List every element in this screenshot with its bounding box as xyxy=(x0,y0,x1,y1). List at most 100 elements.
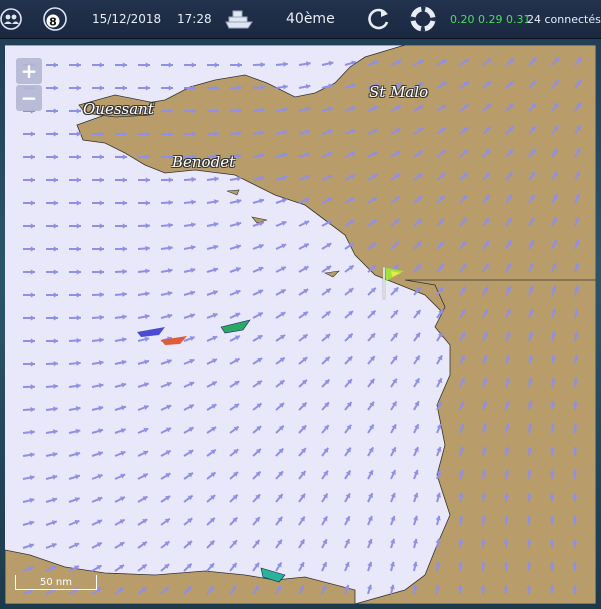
wind-arrow-head xyxy=(30,361,35,367)
wind-arrow-head xyxy=(214,176,219,182)
wind-arrow-head xyxy=(30,177,35,183)
wind-arrow-head xyxy=(30,200,35,206)
wind-arrow-head xyxy=(53,383,58,390)
wind-arrow-head xyxy=(53,223,58,229)
wind-arrow-head xyxy=(191,62,196,68)
lifebuoy-icon[interactable] xyxy=(410,0,436,38)
map-scale-bar: 50 nm xyxy=(15,575,97,590)
wind-arrow-head xyxy=(53,177,58,183)
wind-arrow-head xyxy=(53,154,58,160)
wind-arrow-head xyxy=(122,62,127,68)
wind-arrow-head xyxy=(30,384,35,390)
wind-arrow-head xyxy=(260,62,265,68)
speed-badge-icon[interactable]: 8 xyxy=(42,0,68,38)
wind-arrow-head xyxy=(53,131,58,137)
group-icon[interactable] xyxy=(0,0,22,38)
wind-arrow-head xyxy=(99,62,104,68)
green-boat-icon[interactable] xyxy=(220,319,251,334)
wind-arrow-head xyxy=(99,269,104,275)
wind-arrow-head xyxy=(76,223,81,229)
wind-arrow-head xyxy=(53,338,58,344)
wind-arrow-head xyxy=(53,108,58,114)
wind-arrow-head xyxy=(76,360,81,366)
wind-arrow-head xyxy=(53,361,58,367)
refresh-icon[interactable] xyxy=(364,0,392,38)
wind-arrow-head xyxy=(99,314,104,321)
wind-arrow-head xyxy=(122,177,127,183)
zoom-out-button[interactable]: − xyxy=(16,85,42,111)
wind-arrow-head xyxy=(53,292,58,298)
islet-1 xyxy=(226,189,240,196)
wind-arrow-head xyxy=(237,62,242,68)
wind-arrow-head xyxy=(30,154,35,160)
wind-arrow-head xyxy=(76,200,81,206)
blue-boat-icon[interactable] xyxy=(137,327,165,337)
wind-arrow-head xyxy=(168,85,173,91)
wind-arrow-head xyxy=(30,292,35,298)
wind-arrow-head xyxy=(145,223,150,229)
top-toolbar: 8 15/12/2018 17:28 40ème 0.20 0.29 0.31 … xyxy=(0,0,601,39)
islet-3 xyxy=(324,270,340,278)
wind-arrow-head xyxy=(214,62,219,68)
wind-arrow-head xyxy=(99,177,104,183)
wind-arrow-head xyxy=(76,292,81,298)
wind-arrow-head xyxy=(76,315,81,321)
wind-arrow-head xyxy=(76,177,81,183)
wind-arrow-head xyxy=(145,268,150,274)
wind-arrow-head xyxy=(30,246,35,252)
wind-arrow-head xyxy=(168,62,173,68)
place-label-benodet: Benodet xyxy=(172,153,236,171)
wind-arrow-head xyxy=(99,200,104,206)
race-time: 17:28 xyxy=(177,12,212,26)
wind-arrow-head xyxy=(145,245,150,252)
wind-arrow-head xyxy=(53,246,58,252)
connected-count: 24 connectés xyxy=(527,12,601,26)
map-canvas[interactable] xyxy=(5,45,596,604)
wind-arrow-head xyxy=(30,406,35,413)
wind-arrow-head xyxy=(76,246,81,252)
wind-arrow-head xyxy=(283,61,288,67)
wind-arrow-head xyxy=(122,314,127,320)
wind-arrow-head xyxy=(53,406,58,412)
wind-arrow-head xyxy=(76,85,81,91)
race-date: 15/12/2018 xyxy=(92,12,162,26)
wind-arrow-head xyxy=(53,85,58,91)
wind-arrow-head xyxy=(76,108,81,114)
wind-arrow-head xyxy=(76,269,81,275)
boat-icon[interactable] xyxy=(224,0,254,38)
ranking-label: 40ème xyxy=(286,11,335,27)
wind-arrow-head xyxy=(53,62,58,68)
wind-arrow-head xyxy=(30,338,35,344)
wind-arrow-head xyxy=(168,222,173,228)
wind-arrow-head xyxy=(30,269,35,275)
wind-arrow-head xyxy=(76,337,81,344)
wind-arrow-head xyxy=(122,246,127,252)
wind-arrow-head xyxy=(168,199,173,206)
wind-arrow-head xyxy=(53,269,58,275)
race-map[interactable]: Ouessant Benodet St Malo + − 50 nm xyxy=(5,45,596,604)
zoom-in-button[interactable]: + xyxy=(16,58,42,84)
wind-arrow-head xyxy=(53,315,58,321)
wind-arrow-head xyxy=(168,245,173,251)
red-boat-icon[interactable] xyxy=(161,336,187,345)
wind-arrow-head xyxy=(122,85,127,91)
wind-arrow-head xyxy=(76,154,81,160)
wind-arrow-head xyxy=(99,154,104,160)
wind-arrow-head xyxy=(168,177,173,183)
speed-badge-number: 8 xyxy=(49,16,57,29)
wind-arrow-head xyxy=(145,177,150,183)
wind-arrow-head xyxy=(99,85,104,91)
wind-stats: 0.20 0.29 0.31 xyxy=(450,12,531,26)
wind-arrow-head xyxy=(122,223,127,229)
place-label-st-malo: St Malo xyxy=(369,83,429,101)
wind-arrow-head xyxy=(99,246,104,252)
place-label-ouessant: Ouessant xyxy=(83,100,154,118)
wind-arrow-head xyxy=(53,200,58,206)
wind-arrow-head xyxy=(191,199,196,205)
wind-arrow-head xyxy=(122,200,127,206)
wind-arrow-head xyxy=(145,62,150,68)
wind-arrow-head xyxy=(122,291,127,297)
wind-arrow-head xyxy=(30,223,35,229)
wind-arrow-head xyxy=(30,131,35,137)
wind-arrow-head xyxy=(145,85,150,91)
